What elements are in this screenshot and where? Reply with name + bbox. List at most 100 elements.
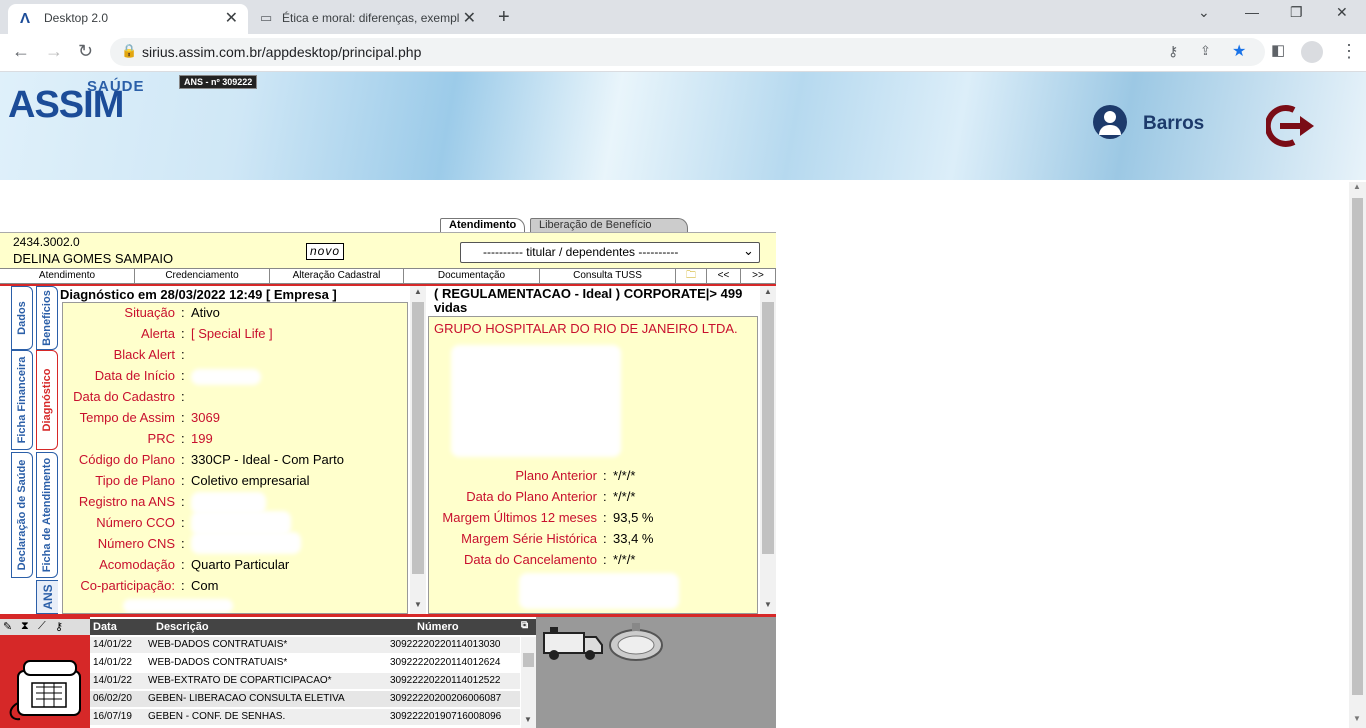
field-label: Margem Últimos 12 meses — [442, 510, 597, 525]
diagnostic-body: Situação: Ativo Alerta:[ Special Life ] B… — [62, 302, 408, 614]
field-label: Margem Série Histórica — [461, 531, 597, 546]
field-label: Código do Plano — [78, 452, 175, 467]
side-tab-ficha-atendimento[interactable]: Ficha de Atendimento — [36, 452, 58, 578]
app-header-banner: SAÚDE ASSIM ANS - nº 309222 Barros — [0, 72, 1366, 180]
company-name: GRUPO HOSPITALAR DO RIO DE JANEIRO LTDA. — [434, 321, 738, 336]
field-label: Situação — [124, 305, 175, 320]
browser-tab-desktop[interactable]: Λ Desktop 2.0 ✕ — [8, 4, 248, 34]
table-row[interactable]: 16/07/19 GEBEN - CONF. DE SENHAS. 30922220… — [90, 709, 520, 725]
field-value: 93,5 % — [613, 510, 654, 525]
chart-icon[interactable]: ⟋ — [38, 620, 46, 633]
field-label: Data do Plano Anterior — [466, 489, 597, 504]
side-tab-beneficios[interactable]: Benefícios — [36, 286, 58, 350]
table-row[interactable]: 14/01/22 WEB-EXTRATO DE COPARTICIPACAO* 30… — [90, 673, 520, 689]
forward-icon[interactable]: → — [45, 41, 63, 62]
history-tools: ✎ ⧗ ⟋ ⚷ — [0, 619, 90, 635]
field-label: Número CCO — [96, 515, 175, 530]
field-value: 199 — [191, 431, 213, 446]
folder-icon[interactable]: 🗀 — [676, 269, 707, 283]
user-name[interactable]: Barros — [1143, 113, 1204, 135]
field-label: Plano Anterior — [515, 468, 597, 483]
field-label: Co-participação: — [80, 578, 175, 593]
user-icon[interactable] — [1093, 105, 1127, 139]
quick-actions-area — [536, 617, 776, 728]
hourglass-icon[interactable]: ⧗ — [21, 620, 29, 633]
field-label: Tempo de Assim — [79, 410, 175, 425]
company-scrollbar[interactable]: ▲ ▼ — [760, 286, 776, 614]
app-favicon-icon: Λ — [20, 10, 31, 27]
minimize-icon[interactable]: — — [1245, 4, 1259, 20]
popout-icon[interactable]: ⧉ — [521, 620, 528, 631]
field-value: 3069 — [191, 410, 220, 425]
company-plan-title: ( REGULAMENTACAO - Ideal ) CORPORATE|> 4… — [434, 286, 743, 315]
page-scrollbar[interactable]: ▲ ▼ — [1349, 182, 1366, 728]
col-numero[interactable]: Número — [417, 621, 459, 633]
stopwatch-icon[interactable] — [606, 619, 666, 663]
menu-kebab-icon[interactable]: ⋮ — [1340, 41, 1358, 62]
key-icon[interactable]: ⚷ — [55, 620, 63, 633]
field-value: 33,4 % — [613, 531, 654, 546]
patient-header: 2434.3002.0 DELINA GOMES SAMPAIO novo --… — [0, 232, 776, 268]
back-icon[interactable]: ← — [12, 41, 30, 62]
url-field[interactable]: 🔒 sirius.assim.com.br/appdesktop/princip… — [110, 38, 1265, 66]
bookmark-star-icon[interactable]: ★ — [1232, 41, 1246, 61]
browser-tab-etica[interactable]: ▭ Ética e moral: diferenças, exempl ✕ — [250, 4, 486, 34]
side-panel-icon[interactable]: ◧ — [1271, 41, 1285, 59]
menu-prev[interactable]: << — [707, 269, 741, 283]
logout-icon[interactable] — [1266, 104, 1316, 148]
ans-icon[interactable]: ANS — [36, 580, 60, 614]
window-close-icon[interactable]: ✕ — [1336, 4, 1348, 21]
col-data[interactable]: Data — [93, 621, 117, 633]
side-tab-declaracao-saude[interactable]: Declaração de Saúde — [11, 452, 33, 578]
tab-liberacao-beneficio[interactable]: Liberação de Benefício — [530, 218, 688, 233]
menu-documentacao[interactable]: Documentação — [404, 269, 540, 283]
menu-atendimento[interactable]: Atendimento — [0, 269, 135, 283]
dependents-select[interactable]: ---------- titular / dependentes -------… — [460, 242, 760, 263]
history-rows: 14/01/22 WEB-DADOS CONTRATUAIS* 3092222022… — [90, 637, 521, 728]
menu-next[interactable]: >> — [741, 269, 776, 283]
field-label: Registro na ANS — [78, 494, 175, 509]
key-icon[interactable]: ⚷ — [1168, 43, 1178, 60]
col-descricao[interactable]: Descrição — [156, 621, 209, 633]
restore-icon[interactable]: ❐ — [1290, 4, 1303, 21]
patient-name: DELINA GOMES SAMPAIO — [13, 251, 174, 266]
close-icon[interactable]: ✕ — [225, 8, 238, 28]
ambulance-icon[interactable] — [540, 623, 604, 663]
close-icon[interactable]: ✕ — [463, 8, 476, 28]
diagnostic-scrollbar[interactable]: ▲ ▼ — [410, 286, 426, 614]
field-value: [ Special Life ] — [191, 326, 273, 341]
field-label: Data de Início — [94, 368, 175, 383]
new-tab-icon[interactable]: + — [498, 6, 510, 29]
url-text: sirius.assim.com.br/appdesktop/principal… — [142, 44, 422, 60]
history-grid-header: Data Descrição Número ⧉ — [90, 619, 536, 635]
field-label: Número CNS — [97, 536, 175, 551]
field-label: Tipo de Plano — [95, 473, 175, 488]
table-row[interactable]: 06/02/20 GEBEN- LIBERACAO CONSULTA ELETIV… — [90, 691, 520, 707]
tool-icon[interactable]: ✎ — [3, 620, 12, 633]
telephone-icon[interactable] — [6, 653, 86, 725]
side-tab-diagnostico[interactable]: Diagnóstico — [36, 350, 58, 450]
tab-title: Ética e moral: diferenças, exempl — [282, 11, 460, 25]
dependents-select-value: ---------- titular / dependentes -------… — [483, 245, 679, 259]
patient-id: 2434.3002.0 — [13, 235, 80, 249]
table-row[interactable]: 14/01/22 WEB-DADOS CONTRATUAIS* 3092222022… — [90, 655, 520, 671]
profile-avatar-icon[interactable] — [1301, 41, 1323, 63]
menu-alteracao-cadastral[interactable]: Alteração Cadastral — [270, 269, 404, 283]
table-row[interactable]: 14/01/22 WEB-DADOS CONTRATUAIS* 3092222022… — [90, 637, 520, 653]
reload-icon[interactable]: ↻ — [78, 41, 93, 62]
side-tab-dados[interactable]: Dados — [11, 286, 33, 350]
share-icon[interactable]: ⇪ — [1200, 43, 1211, 59]
novo-button[interactable]: novo — [306, 243, 344, 260]
field-label: Black Alert — [113, 347, 175, 362]
tab-atendimento[interactable]: Atendimento — [440, 218, 526, 233]
field-label: Data do Cancelamento — [464, 552, 597, 567]
field-label: Acomodação — [99, 557, 175, 572]
menu-credenciamento[interactable]: Credenciamento — [135, 269, 270, 283]
function-menu: Atendimento Credenciamento Alteração Cad… — [0, 268, 776, 284]
side-tab-ficha-financeira[interactable]: Ficha Financeira — [11, 350, 33, 450]
page-icon: ▭ — [260, 10, 273, 25]
field-value: */*/* — [613, 552, 636, 567]
menu-consulta-tuss[interactable]: Consulta TUSS — [540, 269, 676, 283]
tab-search-chevron-icon[interactable]: ⌄ — [1198, 4, 1210, 21]
history-scrollbar[interactable]: ▼ — [521, 637, 536, 728]
